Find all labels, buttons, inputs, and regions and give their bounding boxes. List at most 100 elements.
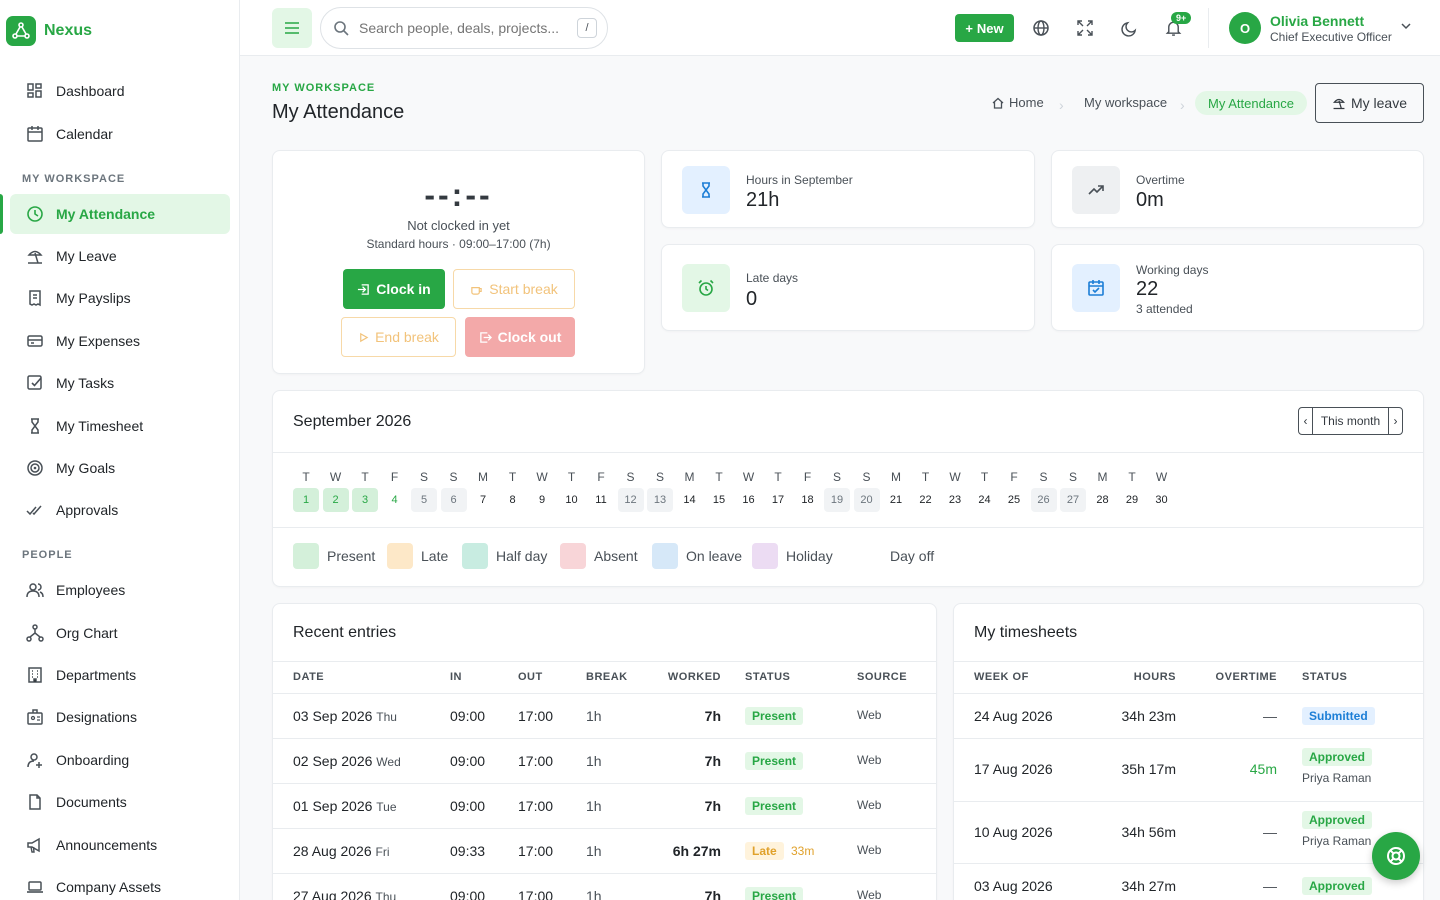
new-button[interactable]: + New (955, 14, 1014, 42)
chevron-down-icon[interactable] (1400, 20, 1412, 32)
this-month-button[interactable]: This month (1321, 414, 1380, 428)
calendar-day[interactable]: T 29 (1119, 470, 1145, 512)
sidebar-item-designations[interactable]: Designations (10, 697, 230, 737)
sidebar-item-label: My Payslips (56, 290, 131, 306)
sidebar-item-my-payslips[interactable]: My Payslips (10, 278, 230, 318)
sidebar-item-my-timesheet[interactable]: My Timesheet (10, 406, 230, 446)
entry-date: 02 Sep 2026 Wed (293, 753, 401, 769)
column-header: WORKED (667, 671, 721, 683)
calendar-day[interactable]: M 28 (1090, 470, 1116, 512)
calendar-day[interactable]: T3 (352, 470, 378, 512)
stat-sub: 3 attended (1136, 302, 1193, 316)
table-row[interactable]: 03 Sep 2026 Thu 09:00 17:00 1h 7h Present Web (273, 694, 936, 739)
entry-break: 1h (586, 708, 602, 724)
stat-value: 21h (746, 189, 780, 211)
chevron-right-icon: › (1180, 97, 1185, 113)
table-row[interactable]: 10 Aug 2026 34h 56m — Approved Priya Raman (954, 802, 1423, 864)
language-button[interactable] (1025, 12, 1057, 44)
sidebar-item-my-leave[interactable]: My Leave (10, 236, 230, 276)
table-row[interactable]: 24 Aug 2026 34h 23m — Submitted (954, 694, 1423, 739)
login-icon (358, 283, 370, 295)
sidebar-item-my-expenses[interactable]: My Expenses (10, 321, 230, 361)
sidebar-item-announcements[interactable]: Announcements (10, 825, 230, 865)
recent-entries-card: Recent entries DATE IN OUT BREAK WORKED … (272, 603, 937, 900)
calendar-day[interactable]: F4 (382, 470, 408, 512)
calendar-day[interactable]: T 15 (706, 470, 732, 512)
calendar-day[interactable]: F 18 (795, 470, 821, 512)
user-name[interactable]: Olivia Bennett (1270, 13, 1364, 29)
clock-in-button[interactable]: Clock in (343, 269, 445, 309)
sidebar-item-label: My Leave (56, 248, 117, 264)
support-fab-button[interactable] (1372, 832, 1420, 880)
calendar-day[interactable]: T 10 (559, 470, 585, 512)
menu-toggle-button[interactable] (272, 8, 312, 48)
calendar-day[interactable]: T8 (500, 470, 526, 512)
hourglass-icon (682, 166, 730, 214)
breadcrumb-home[interactable]: Home (992, 95, 1044, 110)
calendar-day[interactable]: S 27 (1060, 470, 1086, 512)
brand[interactable]: Nexus (0, 0, 239, 62)
calendar-day[interactable]: F 11 (588, 470, 614, 512)
avatar[interactable]: O (1229, 12, 1261, 44)
start-break-button[interactable]: Start break (453, 269, 575, 309)
calendar-day[interactable]: M 21 (883, 470, 909, 512)
calendar-day[interactable]: S 26 (1030, 470, 1057, 512)
sidebar-item-employees[interactable]: Employees (10, 570, 230, 610)
calendar-day[interactable]: M7 (470, 470, 496, 512)
sidebar-item-onboarding[interactable]: Onboarding (10, 740, 230, 780)
fullscreen-button[interactable] (1069, 12, 1101, 44)
search-input[interactable] (359, 20, 569, 36)
calendar-day[interactable]: W2 (322, 470, 349, 512)
end-break-button[interactable]: End break (341, 317, 456, 357)
calendar-day[interactable]: M 14 (677, 470, 703, 512)
table-row[interactable]: 01 Sep 2026 Tue 09:00 17:00 1h 7h Present Web (273, 784, 936, 829)
legend-item: On leave (652, 543, 742, 569)
sidebar-item-documents[interactable]: Documents (10, 782, 230, 822)
calendar-day[interactable]: T 17 (765, 470, 791, 512)
sidebar-item-my-tasks[interactable]: My Tasks (10, 363, 230, 403)
search-bar[interactable]: / (320, 7, 608, 49)
sidebar-item-calendar[interactable]: Calendar (10, 114, 230, 154)
calendar-day[interactable]: S5 (411, 470, 437, 512)
day-number: 19 (824, 488, 850, 512)
calendar-day[interactable]: T 22 (913, 470, 939, 512)
theme-toggle-button[interactable] (1113, 12, 1145, 44)
calendar-day[interactable]: T1 (293, 470, 319, 512)
day-number: 21 (889, 494, 903, 506)
table-row[interactable]: 02 Sep 2026 Wed 09:00 17:00 1h 7h Present Web (273, 739, 936, 784)
chevron-right-icon[interactable]: › (1387, 408, 1402, 434)
calendar-day[interactable]: T 24 (972, 470, 998, 512)
week-hours: 34h 56m (1121, 824, 1176, 840)
calendar-day[interactable]: W 30 (1149, 470, 1175, 512)
table-row[interactable]: 03 Aug 2026 34h 27m — Approved (954, 864, 1423, 900)
table-row[interactable]: 17 Aug 2026 35h 17m 45m Approved Priya Raman (954, 739, 1423, 802)
sidebar-item-company-assets[interactable]: Company Assets (10, 867, 230, 900)
sidebar-item-my-attendance[interactable]: My Attendance (10, 194, 230, 234)
calendar-day[interactable]: W 23 (942, 470, 968, 512)
sidebar-item-departments[interactable]: Departments (10, 655, 230, 695)
entry-out: 17:00 (518, 708, 554, 724)
month-navigator[interactable]: ‹ This month › (1298, 407, 1403, 435)
table-row[interactable]: 28 Aug 2026 Fri 09:33 17:00 1h 6h 27m Late 33m… (273, 829, 936, 874)
calendar-day[interactable]: W 16 (736, 470, 762, 512)
clock-out-button[interactable]: Clock out (465, 317, 575, 357)
calendar-day[interactable]: W9 (529, 470, 555, 512)
breadcrumb-workspace[interactable]: My workspace (1084, 95, 1167, 110)
calendar-day[interactable]: F 25 (1001, 470, 1027, 512)
my-leave-button[interactable]: My leave (1315, 83, 1424, 123)
clock-in-label: Clock in (376, 281, 431, 297)
sidebar-item-org-chart[interactable]: Org Chart (10, 613, 230, 653)
chevron-left-icon[interactable]: ‹ (1299, 408, 1313, 434)
calendar-day[interactable]: S 19 (824, 470, 850, 512)
calendar-day[interactable]: S 12 (617, 470, 644, 512)
sidebar-item-my-goals[interactable]: My Goals (10, 448, 230, 488)
calendar-day[interactable]: S 20 (853, 470, 880, 512)
sidebar-item-approvals[interactable]: Approvals (10, 490, 230, 530)
my-leave-label: My leave (1350, 95, 1408, 111)
hourglass-icon (31, 418, 39, 434)
calendar-day[interactable]: S6 (440, 470, 467, 512)
sidebar-item-dashboard[interactable]: Dashboard (10, 71, 230, 111)
status-badge: Present (745, 887, 804, 900)
calendar-day[interactable]: S 13 (647, 470, 673, 512)
table-row[interactable]: 27 Aug 2026 Thu 09:00 17:00 1h 7h Present Web (273, 874, 936, 900)
